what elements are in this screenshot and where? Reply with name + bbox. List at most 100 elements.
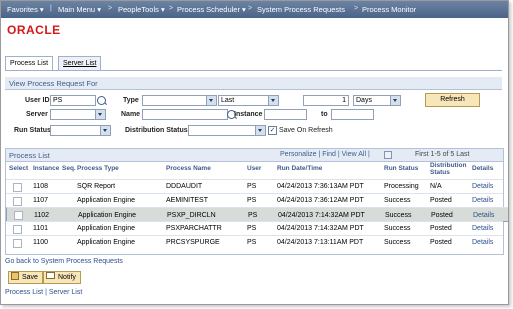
- save-on-refresh-label: Save On Refresh: [279, 127, 333, 134]
- row-run-date-time: 04/24/2013 7:14:32AM PDT: [278, 212, 365, 219]
- row-run-status: Success: [384, 225, 411, 232]
- save-on-refresh-checkbox[interactable]: ✓: [268, 126, 277, 135]
- col-instance: Instance: [33, 165, 60, 172]
- table-row: 1108 SQR Report DDDAUDIT PS 04/24/2013 7…: [6, 179, 503, 193]
- last-count-input[interactable]: 1: [303, 95, 349, 106]
- row-details-link[interactable]: Details: [472, 239, 493, 246]
- save-button-label: Save: [22, 274, 38, 281]
- user-id-lookup-icon[interactable]: [97, 96, 106, 105]
- col-select: Select: [9, 165, 29, 172]
- row-instance: 1101: [33, 225, 49, 232]
- row-process-name: AEMINITEST: [166, 197, 209, 204]
- row-user: PS: [247, 183, 257, 190]
- col-distribution-status: Distribution Status: [430, 162, 467, 176]
- col-process-type: Process Type: [77, 165, 119, 172]
- days-select[interactable]: Days: [353, 95, 401, 106]
- top-navigation-bar: Favorites ▾ | Main Menu ▾ > PeopleTools …: [1, 1, 508, 18]
- distribution-status-select[interactable]: [188, 125, 266, 136]
- name-label: Name: [121, 111, 141, 118]
- row-select-checkbox[interactable]: [14, 211, 23, 220]
- filter-section-header: View Process Request For: [5, 77, 502, 90]
- row-details-link[interactable]: Details: [473, 211, 494, 220]
- row-run-status: Success: [385, 212, 412, 219]
- row-instance: 1108: [33, 183, 49, 190]
- row-distribution-status: Posted: [430, 197, 452, 204]
- instance-from-input[interactable]: [264, 109, 307, 120]
- bottom-tab-links[interactable]: Process List | Server List: [5, 289, 82, 296]
- save-button[interactable]: Save: [8, 271, 43, 284]
- row-details-link[interactable]: Details: [472, 197, 493, 204]
- col-details: Details: [472, 165, 494, 172]
- row-user: PS: [247, 225, 257, 232]
- notify-button[interactable]: Notify: [43, 271, 81, 284]
- chevron-down-icon: [206, 96, 216, 105]
- col-run-status: Run Status: [384, 165, 419, 172]
- refresh-button[interactable]: Refresh: [425, 93, 480, 107]
- row-details-link[interactable]: Details: [472, 183, 493, 190]
- chevron-down-icon: [255, 126, 265, 135]
- nav-arrow: >: [169, 5, 174, 12]
- col-process-name: Process Name: [166, 165, 211, 172]
- row-process-type: SQR Report: [77, 183, 116, 190]
- row-process-type: Application Engine: [78, 212, 136, 219]
- row-process-name: DDDAUDIT: [166, 183, 203, 190]
- row-instance: 1107: [33, 197, 49, 204]
- row-instance: 1100: [33, 239, 49, 246]
- distribution-status-label: Distribution Status: [125, 127, 188, 134]
- row-process-type: Application Engine: [77, 197, 135, 204]
- nav-peopletools[interactable]: PeopleTools ▾: [118, 5, 165, 14]
- download-icon[interactable]: [384, 151, 392, 159]
- browser-frame: Favorites ▾ | Main Menu ▾ > PeopleTools …: [0, 0, 509, 305]
- server-label: Server: [26, 111, 48, 118]
- oracle-logo: ORACLE: [7, 23, 61, 37]
- save-icon: [11, 272, 19, 280]
- tab-server-list[interactable]: Server List: [58, 56, 102, 71]
- row-select-checkbox[interactable]: [13, 197, 22, 206]
- nav-main-menu[interactable]: Main Menu ▾: [58, 5, 101, 14]
- run-status-select[interactable]: [50, 125, 111, 136]
- grid-toolbar-links[interactable]: Personalize | Find | View All |: [280, 151, 370, 158]
- process-list-title: Process List: [9, 151, 50, 160]
- row-run-date-time: 04/24/2013 7:36:13AM PDT: [277, 183, 364, 190]
- row-process-name: PRCSYSPURGE: [166, 239, 220, 246]
- chevron-down-icon: [390, 96, 400, 105]
- grid-pager[interactable]: First 1-5 of 5 Last: [415, 151, 469, 158]
- last-select-value: Last: [221, 97, 235, 104]
- chevron-down-icon: [268, 96, 278, 105]
- nav-separator: |: [50, 5, 52, 12]
- row-select-checkbox[interactable]: [13, 239, 22, 248]
- nav-system-process-requests[interactable]: System Process Requests: [257, 5, 345, 14]
- row-run-date-time: 04/24/2013 7:36:12AM PDT: [277, 197, 364, 204]
- user-id-input[interactable]: PS: [50, 95, 96, 106]
- tab-divider: [5, 70, 502, 71]
- table-row: 1100 Application Engine PRCSYSPURGE PS 0…: [6, 235, 503, 249]
- col-seq: Seq.: [62, 165, 76, 172]
- row-process-type: Application Engine: [77, 225, 135, 232]
- back-to-requests-link[interactable]: Go back to System Process Requests: [5, 258, 123, 265]
- row-run-status: Success: [384, 239, 411, 246]
- row-select-checkbox[interactable]: [13, 183, 22, 192]
- row-run-date-time: 04/24/2013 7:13:11AM PDT: [277, 239, 364, 246]
- nav-process-scheduler[interactable]: Process Scheduler ▾: [177, 5, 246, 14]
- row-process-name: PSXP_DIRCLN: [167, 212, 216, 219]
- nav-arrow: >: [108, 5, 113, 12]
- row-run-status: Success: [384, 197, 411, 204]
- nav-favorites[interactable]: Favorites ▾: [7, 5, 44, 14]
- row-process-type: Application Engine: [77, 239, 135, 246]
- table-row: 1101 Application Engine PSXPARCHATTR PS …: [6, 221, 503, 235]
- table-row: 1107 Application Engine AEMINITEST PS 04…: [6, 193, 503, 207]
- row-instance: 1102: [34, 212, 50, 219]
- instance-to-input[interactable]: [331, 109, 374, 120]
- server-select[interactable]: [50, 109, 106, 120]
- row-details-link[interactable]: Details: [472, 225, 493, 232]
- type-select[interactable]: [142, 95, 217, 106]
- run-status-label: Run Status: [14, 127, 51, 134]
- chevron-down-icon: [95, 110, 105, 119]
- notify-button-label: Notify: [58, 274, 76, 281]
- tab-process-list[interactable]: Process List: [5, 56, 54, 71]
- last-select[interactable]: Last: [218, 95, 279, 106]
- row-select-checkbox[interactable]: [13, 225, 22, 234]
- name-input[interactable]: [142, 109, 228, 120]
- nav-process-monitor[interactable]: Process Monitor: [362, 5, 416, 14]
- filter-section-title: View Process Request For: [9, 79, 98, 88]
